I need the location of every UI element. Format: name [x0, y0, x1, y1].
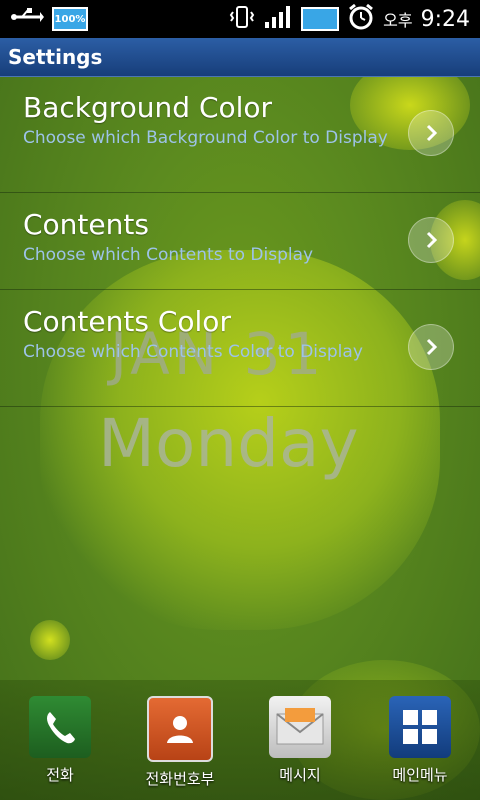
chevron-right-icon[interactable]	[408, 217, 454, 263]
dock-label: 메인메뉴	[392, 766, 448, 784]
setting-title: Contents Color	[23, 305, 231, 338]
title-bar: Settings	[0, 38, 480, 77]
dock-phone[interactable]: 전화	[10, 696, 110, 785]
setting-subtitle: Choose which Background Color to Display	[23, 128, 388, 148]
setting-contents[interactable]: Contents Choose which Contents to Displa…	[0, 193, 480, 290]
setting-title: Contents	[23, 208, 149, 241]
contacts-icon	[147, 696, 213, 762]
wallpaper-drop	[30, 620, 70, 660]
settings-list: Background Color Choose which Background…	[0, 76, 480, 407]
chevron-right-icon[interactable]	[408, 110, 454, 156]
dock-messages[interactable]: 메시지	[250, 696, 350, 785]
dock-label: 메시지	[279, 766, 321, 784]
setting-background-color[interactable]: Background Color Choose which Background…	[0, 76, 480, 193]
setting-contents-color[interactable]: Contents Color Choose which Contents Col…	[0, 290, 480, 407]
setting-subtitle: Choose which Contents Color to Display	[23, 342, 363, 362]
battery-icon: 100%	[52, 7, 88, 31]
wallpaper-day: Monday	[98, 405, 359, 482]
alarm-icon	[347, 3, 375, 35]
status-clock: 9:24	[420, 6, 470, 32]
dock-contacts[interactable]: 전화번호부	[130, 696, 230, 789]
dock-main-menu[interactable]: 메인메뉴	[370, 696, 470, 785]
status-ampm: 오후	[383, 11, 413, 30]
dock: 전화 전화번호부 메시지 메인메뉴	[0, 680, 480, 800]
signal-icon	[263, 4, 293, 34]
message-icon	[269, 696, 331, 758]
status-bar: 100% 오후 9:24	[0, 0, 480, 38]
usb-icon	[10, 7, 44, 31]
chevron-right-icon[interactable]	[408, 324, 454, 370]
battery-level-icon	[301, 7, 340, 31]
phone-icon	[29, 696, 91, 758]
setting-title: Background Color	[23, 91, 273, 124]
page-title: Settings	[8, 45, 103, 69]
vibrate-icon	[229, 4, 255, 34]
main-menu-icon	[389, 696, 451, 758]
dock-label: 전화번호부	[145, 770, 215, 788]
dock-label: 전화	[46, 766, 74, 784]
setting-subtitle: Choose which Contents to Display	[23, 245, 314, 265]
